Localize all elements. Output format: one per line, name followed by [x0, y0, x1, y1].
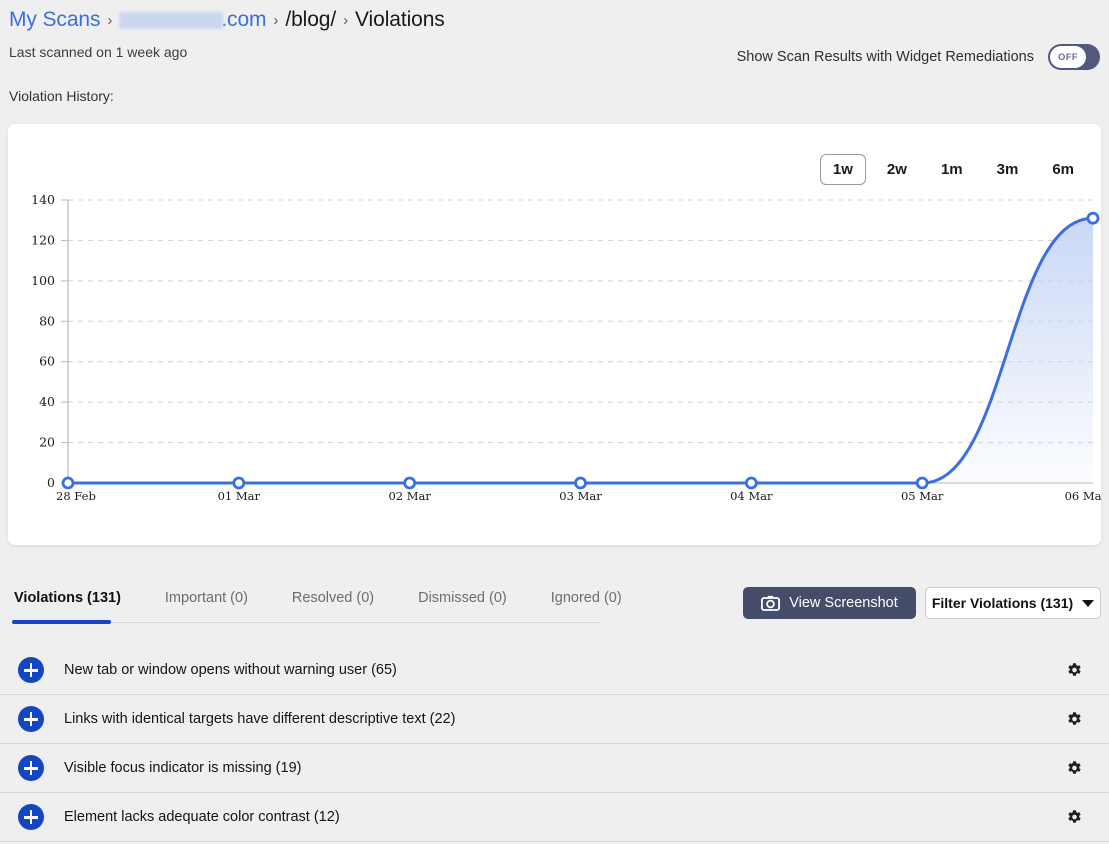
- breadcrumb-path[interactable]: /blog/: [285, 8, 336, 32]
- violation-settings-button[interactable]: [1066, 760, 1083, 777]
- violations-page: My Scans › .com › /blog/ › Violations La…: [0, 0, 1109, 844]
- breadcrumb-separator-2: ›: [272, 12, 279, 29]
- view-screenshot-label: View Screenshot: [789, 595, 898, 611]
- active-tab-underline: [12, 620, 111, 624]
- violation-settings-button[interactable]: [1066, 662, 1083, 679]
- expand-violation-icon[interactable]: [18, 657, 44, 683]
- violation-settings-button[interactable]: [1066, 809, 1083, 826]
- chevron-down-icon: [1082, 600, 1094, 607]
- svg-text:04 Mar: 04 Mar: [730, 489, 773, 503]
- svg-text:20: 20: [39, 435, 55, 450]
- widget-remediations-toggle[interactable]: OFF: [1048, 44, 1100, 70]
- widget-remediations-toggle-row: Show Scan Results with Widget Remediatio…: [737, 44, 1100, 70]
- expand-violation-icon[interactable]: [18, 706, 44, 732]
- svg-text:120: 120: [31, 232, 55, 247]
- svg-text:06 Mar: 06 Mar: [1065, 489, 1101, 503]
- violation-label: Element lacks adequate color contrast (1…: [64, 809, 340, 825]
- svg-text:01 Mar: 01 Mar: [218, 489, 261, 503]
- tab-resolved[interactable]: Resolved (0): [270, 586, 396, 619]
- gear-icon[interactable]: [1066, 662, 1083, 679]
- last-scanned-text: Last scanned on 1 week ago: [9, 44, 187, 60]
- svg-text:140: 140: [31, 192, 55, 207]
- breadcrumb-separator-1: ›: [106, 12, 113, 29]
- svg-text:80: 80: [39, 313, 55, 328]
- toggle-knob: OFF: [1050, 46, 1086, 68]
- breadcrumb-current: Violations: [355, 8, 445, 32]
- svg-text:03 Mar: 03 Mar: [559, 489, 602, 503]
- widget-remediations-label: Show Scan Results with Widget Remediatio…: [737, 49, 1034, 65]
- view-screenshot-button[interactable]: View Screenshot: [743, 587, 916, 619]
- tab-dismissed[interactable]: Dismissed (0): [396, 586, 529, 619]
- svg-text:0: 0: [47, 475, 55, 490]
- violation-history-chart-card: 1w 2w 1m 3m 6m 02040608010012014028 Feb0…: [8, 124, 1101, 545]
- violation-row[interactable]: Visible focus indicator is missing (19): [0, 744, 1109, 793]
- violation-label: Visible focus indicator is missing (19): [64, 760, 301, 776]
- violation-history-line-chart: 0 20 40 60 80 100 120 140 28 Feb 01 Mar 02 Mar 03 M…: [8, 124, 1101, 545]
- violation-label: Links with identical targets have differ…: [64, 711, 455, 727]
- violations-list: New tab or window opens without warning …: [0, 646, 1109, 842]
- tab-violations[interactable]: Violations (131): [10, 586, 143, 619]
- redacted-domain-block: [119, 12, 223, 29]
- svg-text:100: 100: [31, 273, 55, 288]
- violation-tabs: Violations (131) Important (0) Resolved …: [10, 586, 644, 619]
- breadcrumb-separator-3: ›: [342, 12, 349, 29]
- svg-text:05 Mar: 05 Mar: [901, 489, 944, 503]
- violation-row[interactable]: Element lacks adequate color contrast (1…: [0, 793, 1109, 842]
- breadcrumb-site[interactable]: .com: [119, 8, 266, 32]
- svg-text:02 Mar: 02 Mar: [388, 489, 431, 503]
- svg-text:28 Feb: 28 Feb: [56, 489, 96, 503]
- breadcrumb: My Scans › .com › /blog/ › Violations: [9, 8, 445, 32]
- gear-icon[interactable]: [1066, 711, 1083, 728]
- violation-row[interactable]: New tab or window opens without warning …: [0, 646, 1109, 695]
- violation-label: New tab or window opens without warning …: [64, 662, 397, 678]
- violation-settings-button[interactable]: [1066, 711, 1083, 728]
- gear-icon[interactable]: [1066, 760, 1083, 777]
- svg-text:60: 60: [39, 354, 55, 369]
- filter-violations-button[interactable]: Filter Violations (131): [925, 587, 1101, 619]
- violation-history-label: Violation History:: [9, 88, 114, 104]
- filter-violations-label: Filter Violations (131): [932, 595, 1073, 611]
- gear-icon[interactable]: [1066, 809, 1083, 826]
- svg-text:40: 40: [39, 394, 55, 409]
- camera-icon: [761, 595, 780, 611]
- breadcrumb-site-suffix: .com: [221, 8, 266, 31]
- expand-violation-icon[interactable]: [18, 804, 44, 830]
- expand-violation-icon[interactable]: [18, 755, 44, 781]
- tab-important[interactable]: Important (0): [143, 586, 270, 619]
- violation-row[interactable]: Links with identical targets have differ…: [0, 695, 1109, 744]
- tab-ignored[interactable]: Ignored (0): [529, 586, 644, 619]
- breadcrumb-my-scans[interactable]: My Scans: [9, 8, 100, 32]
